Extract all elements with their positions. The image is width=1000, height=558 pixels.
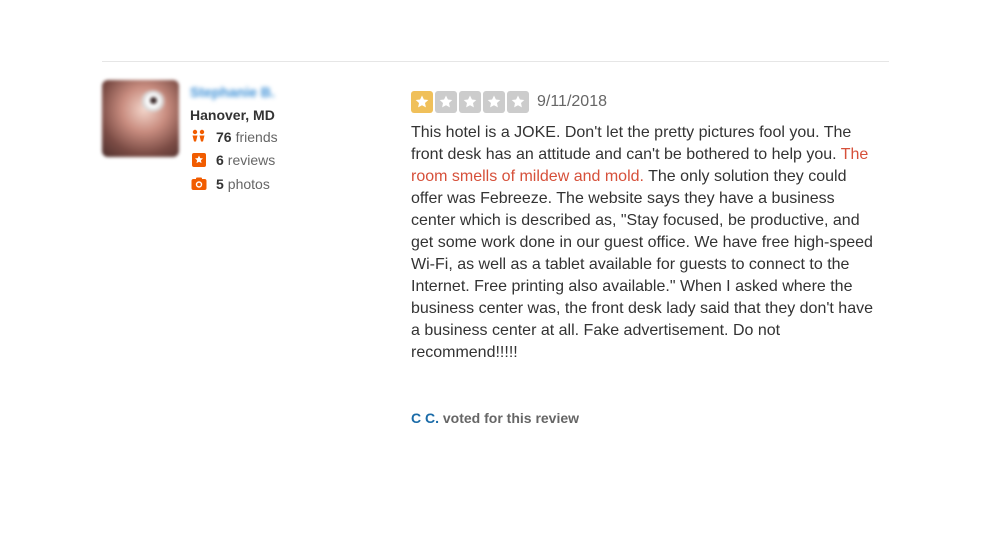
- top-divider: [102, 61, 889, 62]
- review-text: This hotel is a JOKE. Don't let the pret…: [411, 122, 873, 364]
- camera-icon: [190, 175, 208, 193]
- star-icon: [507, 91, 529, 113]
- star-icon: [411, 91, 433, 113]
- rating-row: 9/11/2018: [411, 91, 607, 113]
- reviewer-name[interactable]: Stephanie B.: [190, 84, 275, 100]
- photos-count: 5: [216, 176, 224, 192]
- reviews-stat: 6 reviews: [190, 151, 275, 169]
- review-text-part2: The only solution they could offer was F…: [411, 168, 873, 361]
- star-rating: [411, 91, 531, 113]
- vote-line: C C. voted for this review: [411, 410, 579, 426]
- friends-stat: 76 friends: [190, 128, 278, 146]
- reviewer-location: Hanover, MD: [190, 107, 275, 123]
- photos-label: photos: [227, 176, 270, 192]
- review-text-part1: This hotel is a JOKE. Don't let the pret…: [411, 124, 852, 163]
- review-star-icon: [190, 151, 208, 169]
- avatar[interactable]: [102, 80, 179, 157]
- star-icon: [435, 91, 457, 113]
- friends-label: friends: [235, 129, 278, 145]
- voter-link[interactable]: C C.: [411, 410, 439, 426]
- photos-stat: 5 photos: [190, 175, 270, 193]
- reviews-label: reviews: [227, 152, 276, 168]
- star-icon: [483, 91, 505, 113]
- friends-icon: [190, 128, 208, 146]
- star-icon: [459, 91, 481, 113]
- friends-count: 76: [216, 129, 232, 145]
- reviews-count: 6: [216, 152, 224, 168]
- review-date: 9/11/2018: [537, 93, 607, 110]
- vote-label: voted for this review: [439, 410, 580, 426]
